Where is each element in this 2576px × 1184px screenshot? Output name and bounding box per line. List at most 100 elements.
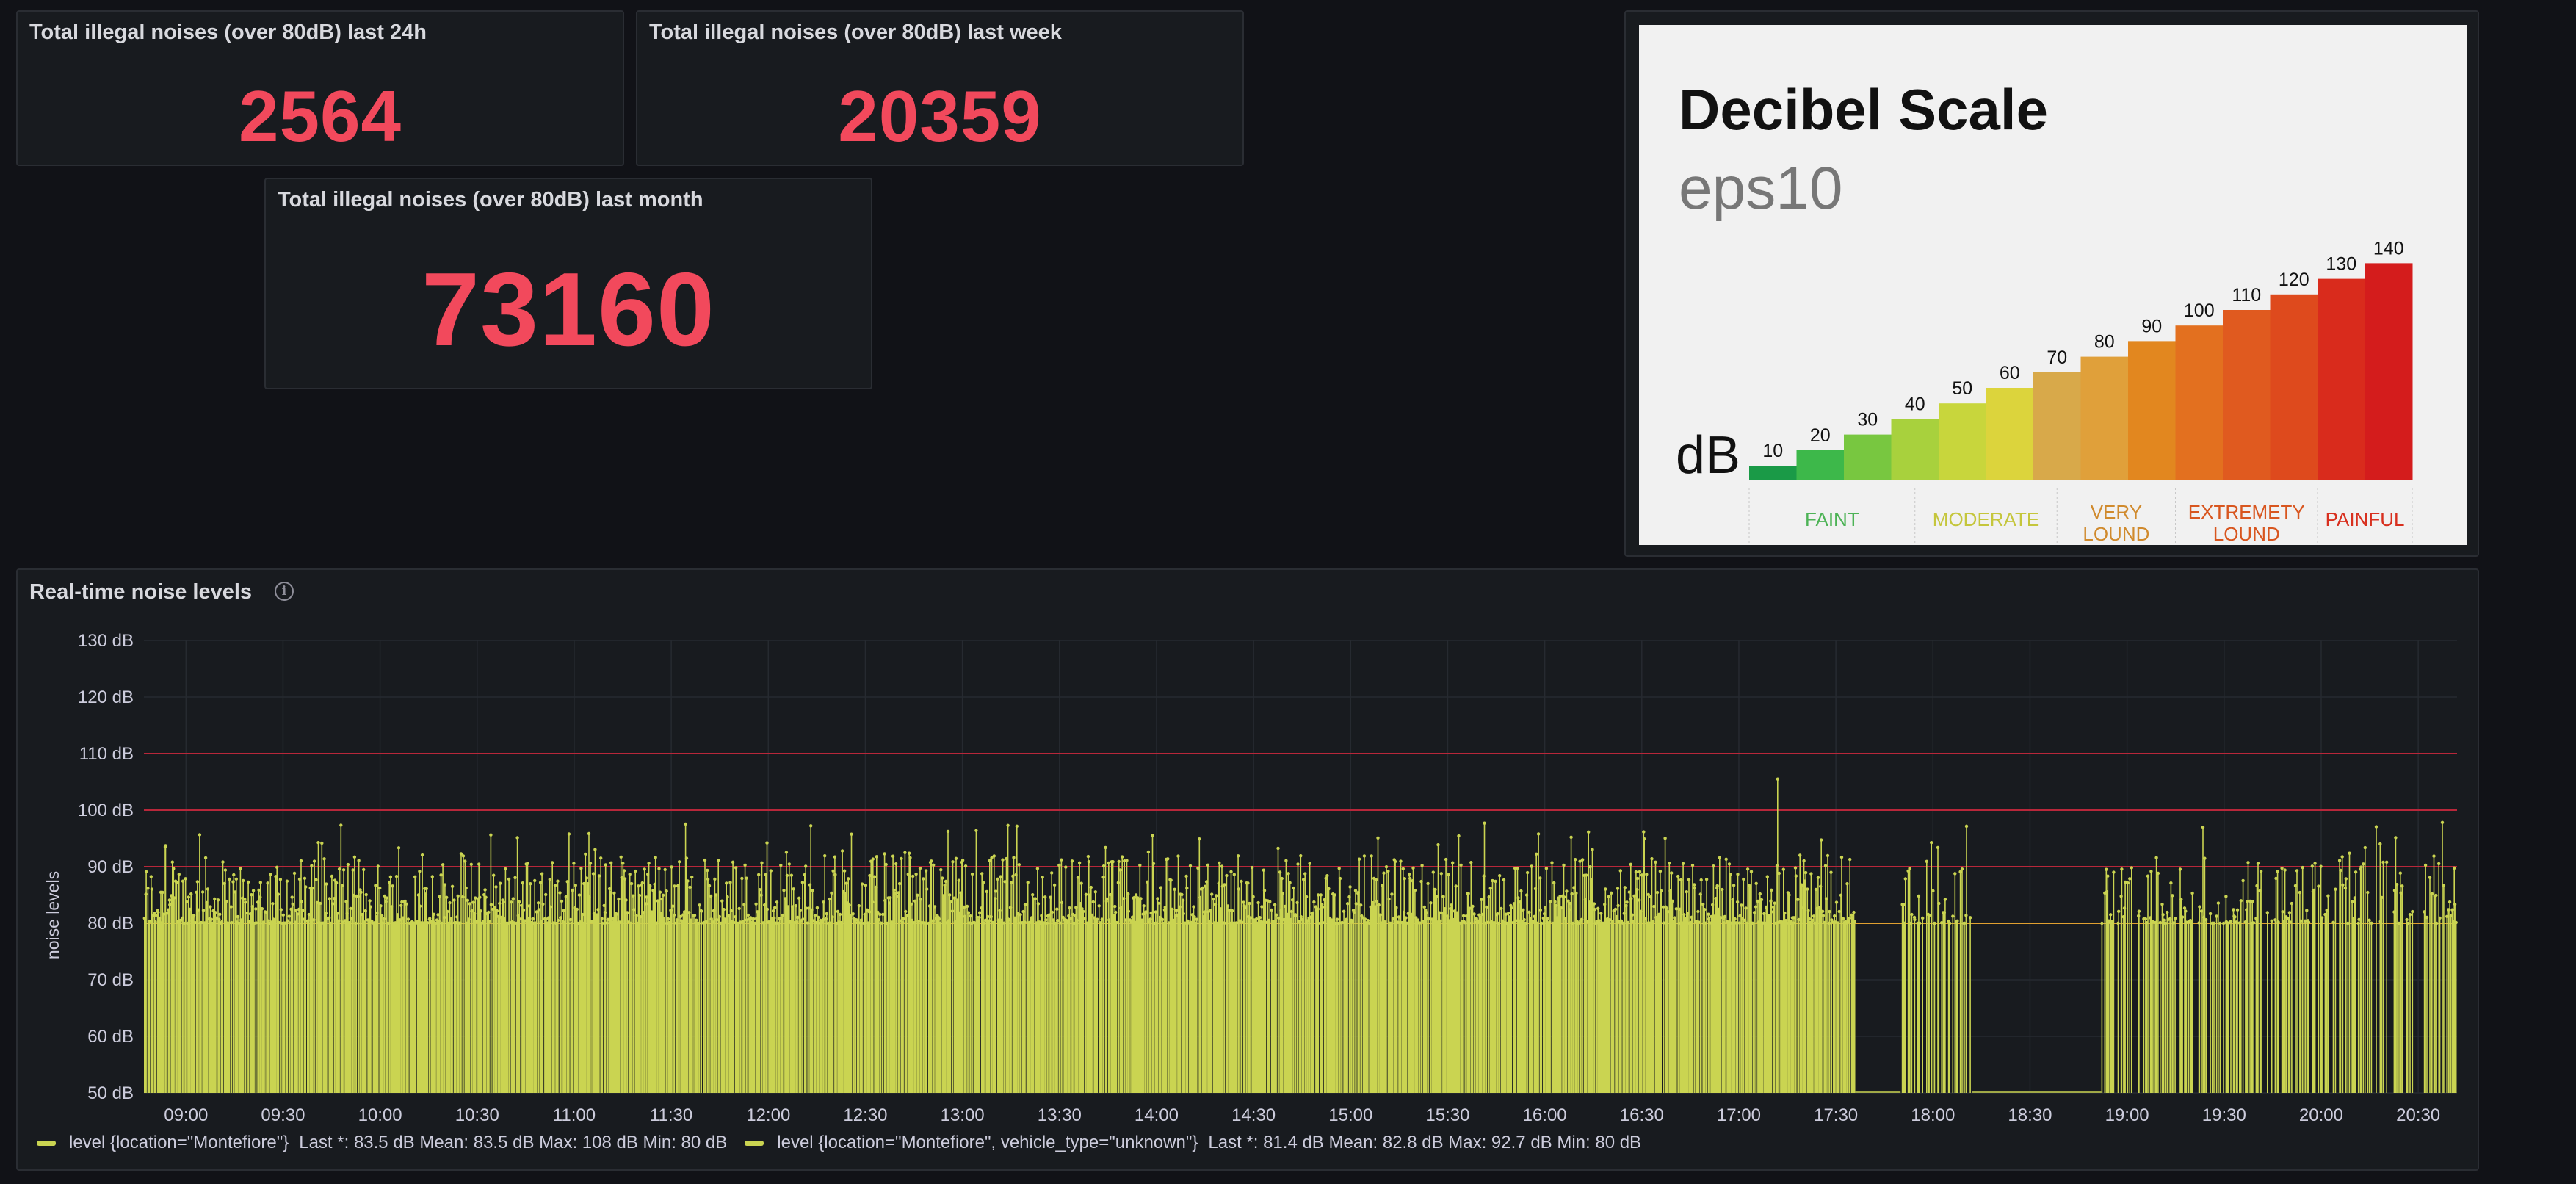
y-tick-label: 70 dB <box>87 970 134 990</box>
legend-stats: Last *: 83.5 dB Mean: 83.5 dB Max: 108 d… <box>299 1133 728 1152</box>
decibel-bar <box>1796 450 1845 480</box>
decibel-bar-label: 30 <box>1857 410 1878 430</box>
decibel-bar <box>2175 325 2224 480</box>
y-tick-label: 110 dB <box>79 744 134 764</box>
category-label: VERY <box>2091 501 2142 523</box>
x-axis: 09:00 09:30 10:00 10:30 11:00 11:30 12:00 12:30… <box>164 1105 2440 1125</box>
x-tick-label: 13:30 <box>1038 1105 1082 1125</box>
x-tick-label: 14:00 <box>1135 1105 1179 1125</box>
y-tick-label: 90 dB <box>87 857 134 877</box>
chart-legend: level {location="Montefiore"} Last *: 83… <box>37 1133 1659 1153</box>
category-label: PAINFUL <box>2326 508 2405 530</box>
image-subtitle: eps10 <box>1679 155 1842 222</box>
decibel-bar <box>2033 372 2081 480</box>
category-label: MODERATE <box>1933 508 2039 530</box>
decibel-bar <box>1749 466 1797 480</box>
decibel-scale-image: Decibel Scale eps10 dB 10 20 30 40 50 60 70 80 9… <box>1639 25 2467 545</box>
panel-title: Real-time noise levels <box>29 580 253 604</box>
decibel-bar <box>2365 263 2413 480</box>
y-tick-label: 80 dB <box>87 914 134 934</box>
x-tick-label: 12:30 <box>843 1105 887 1125</box>
category-label: EXTREMETY <box>2188 501 2305 523</box>
x-tick-label: 20:30 <box>2396 1105 2440 1125</box>
y-tick-label: 130 dB <box>78 631 134 651</box>
decibel-bar <box>1891 419 1939 480</box>
image-unit: dB <box>1676 426 1740 485</box>
x-tick-label: 10:00 <box>358 1105 402 1125</box>
category-label: FAINT <box>1805 508 1859 530</box>
y-tick-label: 60 dB <box>87 1027 134 1047</box>
y-tick-label: 100 dB <box>78 801 134 820</box>
panel-title: Total illegal noises (over 80dB) last 24… <box>29 21 427 44</box>
stat-panel-month[interactable]: Total illegal noises (over 80dB) last mo… <box>264 178 872 389</box>
x-tick-label: 18:00 <box>1911 1105 1955 1125</box>
legend-item[interactable]: level {location="Montefiore", vehicle_ty… <box>745 1133 1641 1153</box>
legend-swatch <box>37 1140 56 1146</box>
legend-swatch <box>745 1140 764 1146</box>
decibel-bar-label: 50 <box>1952 378 1972 399</box>
category-label: LOUND <box>2213 523 2280 545</box>
y-axis: 50 dB 60 dB 70 dB 80 dB 90 dB 100 dB 110 dB 120… <box>78 631 134 1103</box>
x-tick-label: 10:30 <box>455 1105 499 1125</box>
x-tick-label: 14:30 <box>1231 1105 1276 1125</box>
x-tick-label: 19:00 <box>2105 1105 2149 1125</box>
decibel-bar-label: 10 <box>1762 441 1783 461</box>
decibel-bar <box>2128 341 2176 480</box>
x-tick-label: 09:30 <box>261 1105 305 1125</box>
x-tick-label: 09:00 <box>164 1105 208 1125</box>
x-tick-label: 16:30 <box>1620 1105 1664 1125</box>
x-tick-label: 13:00 <box>941 1105 985 1125</box>
decibel-bar-label: 70 <box>2047 347 2067 368</box>
decibel-bar <box>2223 310 2271 480</box>
stat-value: 2564 <box>238 76 402 156</box>
decibel-bar-label: 90 <box>2141 316 2162 336</box>
decibel-bar <box>1986 388 2034 480</box>
decibel-bar-label: 110 <box>2232 285 2261 306</box>
category-label: LOUND <box>2083 523 2149 545</box>
decibel-bar-label: 80 <box>2094 332 2115 353</box>
decibel-bar-label: 120 <box>2279 270 2309 290</box>
y-axis-label: noise levels <box>43 871 62 959</box>
decibel-bar <box>2318 278 2365 480</box>
legend-item[interactable]: level {location="Montefiore"} Last *: 83… <box>37 1133 727 1153</box>
x-tick-label: 16:00 <box>1523 1105 1567 1125</box>
x-tick-label: 18:30 <box>2008 1105 2052 1125</box>
legend-stats: Last *: 81.4 dB Mean: 82.8 dB Max: 92.7 … <box>1208 1133 1642 1152</box>
decibel-bar <box>1844 434 1892 480</box>
x-tick-label: 20:00 <box>2299 1105 2343 1125</box>
x-tick-label: 15:00 <box>1328 1105 1372 1125</box>
legend-label: level {location="Montefiore"} <box>69 1133 289 1152</box>
info-icon[interactable]: i <box>275 582 294 601</box>
y-tick-label: 120 dB <box>78 687 134 707</box>
panel-title: Total illegal noises (over 80dB) last we… <box>649 21 1062 44</box>
decibel-image-panel[interactable]: Decibel Scale eps10 dB 10 20 30 40 50 60 70 80 9… <box>1624 10 2479 557</box>
decibel-bar-label: 60 <box>2000 363 2020 383</box>
stat-value: 20359 <box>838 76 1042 156</box>
x-tick-label: 17:00 <box>1717 1105 1761 1125</box>
x-tick-label: 11:00 <box>553 1105 596 1125</box>
series-bars <box>144 779 2457 1093</box>
decibel-bar-label: 100 <box>2184 300 2215 321</box>
x-tick-label: 19:30 <box>2202 1105 2246 1125</box>
decibel-bar-label: 20 <box>1810 425 1831 446</box>
stat-panel-week[interactable]: Total illegal noises (over 80dB) last we… <box>636 10 1244 166</box>
decibel-bar <box>1939 403 1986 480</box>
x-tick-label: 11:30 <box>650 1105 692 1125</box>
y-tick-label: 50 dB <box>87 1083 134 1103</box>
image-title: Decibel Scale <box>1679 77 2048 142</box>
decibel-bar-label: 40 <box>1905 394 1925 414</box>
x-tick-label: 17:30 <box>1814 1105 1858 1125</box>
decibel-bar <box>2080 356 2129 480</box>
x-tick-label: 12:00 <box>746 1105 790 1125</box>
decibel-bar <box>2270 294 2318 480</box>
stat-value: 73160 <box>422 251 715 368</box>
stat-panel-24h[interactable]: Total illegal noises (over 80dB) last 24… <box>16 10 624 166</box>
decibel-bar-label: 140 <box>2373 238 2404 259</box>
noise-chart[interactable]: 50 dB 60 dB 70 dB 80 dB 90 dB 100 dB 110 dB 120… <box>18 570 2478 1169</box>
decibel-bar-label: 130 <box>2326 254 2356 275</box>
x-tick-label: 15:30 <box>1425 1105 1469 1125</box>
panel-title: Total illegal noises (over 80dB) last mo… <box>278 188 703 212</box>
timeseries-panel[interactable]: 50 dB 60 dB 70 dB 80 dB 90 dB 100 dB 110 dB 120… <box>16 568 2479 1171</box>
legend-label: level {location="Montefiore", vehicle_ty… <box>777 1133 1198 1152</box>
noise-series <box>142 777 2458 1093</box>
